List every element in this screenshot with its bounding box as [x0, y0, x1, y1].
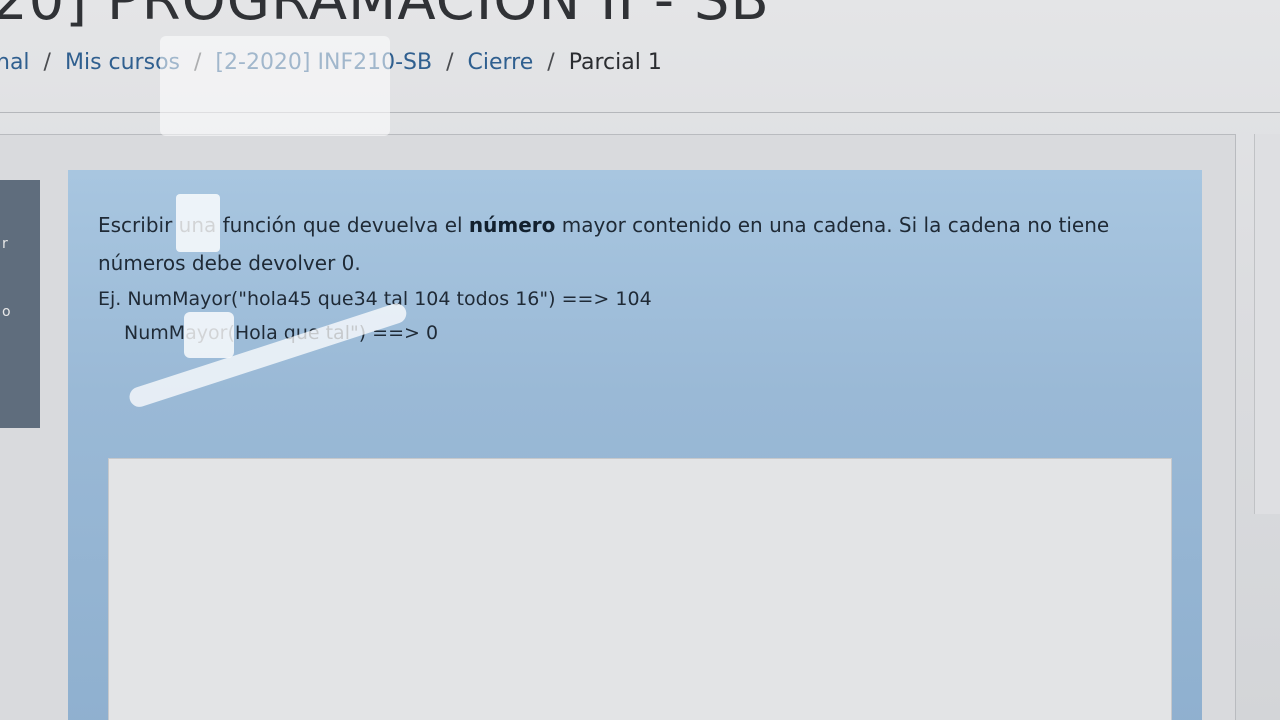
breadcrumb-item-parcial-1[interactable]: Parcial 1	[569, 50, 662, 75]
quiz-page: 20] PROGRAMACION II - SB nal / Mis cursos /…	[0, 0, 1280, 720]
breadcrumb-item-course[interactable]: [2-2020] INF210-SB	[215, 50, 432, 75]
breadcrumb-item-home[interactable]: nal	[0, 50, 30, 75]
breadcrumb-separator: /	[446, 50, 454, 75]
breadcrumb-separator: /	[194, 50, 202, 75]
breadcrumb-separator: /	[43, 50, 51, 75]
example-line: NumMayor(Hola que tal") ==> 0	[124, 322, 439, 344]
breadcrumb-separator: /	[547, 50, 555, 75]
question-text-part: Escribir una función que devuelva el	[98, 213, 469, 237]
question-info-text: r	[2, 236, 8, 252]
question-text: Escribir una función que devuelva el núm…	[98, 206, 1178, 282]
question-info-text: o	[2, 304, 11, 320]
answer-textarea[interactable]	[108, 458, 1172, 720]
question-info-panel: r o	[0, 180, 40, 428]
breadcrumb-item-cierre[interactable]: Cierre	[468, 50, 534, 75]
breadcrumb-item-mis-cursos[interactable]: Mis cursos	[65, 50, 180, 75]
quiz-navigation-panel	[1254, 134, 1280, 514]
breadcrumb: nal / Mis cursos / [2-2020] INF210-SB / Cierre…	[0, 50, 662, 75]
question-example: Ej. NumMayor("hola45 que34 tal 104 todos…	[98, 282, 652, 350]
header-divider	[0, 112, 1280, 113]
example-line: Ej. NumMayor("hola45 que34 tal 104 todos…	[98, 288, 652, 310]
course-title: 20] PROGRAMACION II - SB	[0, 0, 770, 33]
question-text-bold: número	[468, 213, 556, 237]
